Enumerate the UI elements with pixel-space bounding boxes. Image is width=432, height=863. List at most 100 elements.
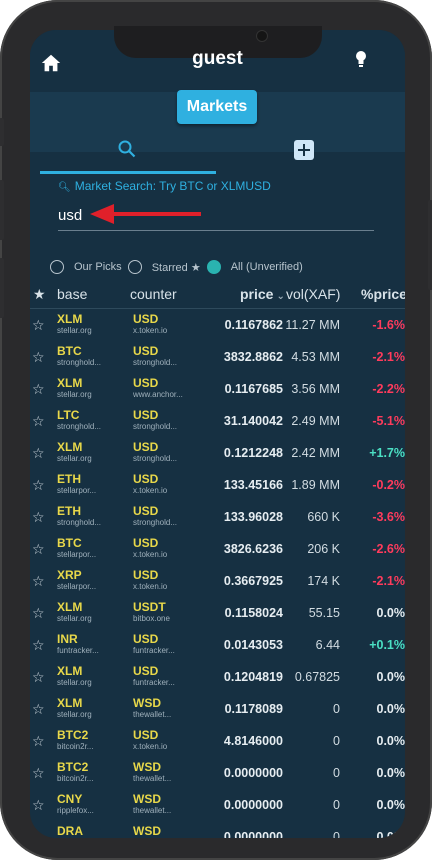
percent-change: +0.1% [369,638,405,652]
price-value: 0.1158024 [224,606,283,620]
star-icon[interactable]: ☆ [32,445,45,462]
star-icon[interactable]: ☆ [32,605,45,622]
table-row[interactable]: ☆ XLM stellar.org USD x.token.io 0.1167862 11.… [30,309,405,341]
table-row[interactable]: ☆ XLM stellar.org USD stronghold... 0.1212248… [30,437,405,469]
table-row[interactable]: ☆ ETH stellarpor... USD x.token.io 133.45166 1… [30,469,405,501]
label-starred: Starred ★ [151,261,201,274]
header-star[interactable]: ★ [33,286,46,303]
volume-value: 6.44 [315,638,340,652]
volume-value: 2.49 MM [291,414,340,428]
table-row[interactable]: ☆ XRP stellarpor... USD x.token.io 0.3667925 1… [30,565,405,597]
counter-asset: WSD [133,696,161,710]
star-icon[interactable]: ☆ [32,669,45,686]
table-row[interactable]: ☆ XLM stellar.org USDT bitbox.one 0.1158024 55… [30,597,405,629]
volume-value: 0 [333,734,340,748]
price-value: 0.0000000 [223,798,283,812]
radio-starred[interactable] [127,260,142,274]
percent-change: 0.0% [376,766,406,780]
percent-change: 0.0% [376,798,406,812]
table-row[interactable]: ☆ CNY ripplefox... WSD thewallet... 0.0000000… [30,789,405,821]
star-icon[interactable]: ☆ [32,765,45,782]
star-icon[interactable]: ☆ [32,701,45,718]
header-base[interactable]: base [57,286,87,302]
page-title: guest [192,48,243,69]
price-value: 0.0000000 [223,830,283,838]
table-row[interactable]: ☆ XLM stellar.org USD funtracker... 0.1204819… [30,661,405,693]
star-icon[interactable]: ☆ [32,733,45,750]
base-issuer: stellar.org [57,710,92,719]
base-asset: XLM [57,312,83,326]
star-icon[interactable]: ☆ [32,477,45,494]
counter-issuer: stronghold... [133,422,178,431]
table-row[interactable]: ☆ DRA WSD 0.0000000 0 0.0% [30,821,405,838]
volume-value: 1.89 MM [291,478,340,492]
tab-add-market[interactable] [216,130,392,174]
star-icon[interactable]: ☆ [32,317,45,334]
base-issuer: stellarpor... [57,486,97,495]
radio-our-picks[interactable] [50,260,64,274]
table-row[interactable]: ☆ LTC stronghold... USD stronghold... 31.1400… [30,405,405,437]
header-percent-price[interactable]: %price [361,286,405,302]
volume-value: 0 [333,830,340,838]
base-asset: XLM [57,600,83,614]
volume-value: 3.56 MM [291,382,340,396]
price-value: 0.3667925 [223,574,283,588]
base-asset: DRA [57,824,83,838]
price-value: 0.1167862 [224,318,283,332]
table-row[interactable]: ☆ XLM stellar.org USD www.anchor... 0.1167685… [30,373,405,405]
base-issuer: stellar.org [57,454,92,463]
base-issuer: bitcoin2r... [57,774,94,783]
table-row[interactable]: ☆ BTC2 bitcoin2r... USD x.token.io 4.8146000 0… [30,725,405,757]
counter-asset: USD [133,312,159,326]
star-icon[interactable]: ☆ [32,541,45,558]
filter-group: Our Picks Starred ★ All (Unverified) [50,258,309,276]
star-icon[interactable]: ☆ [32,637,45,654]
percent-change: -2.1% [372,574,405,588]
price-value: 3832.8862 [223,350,283,364]
star-icon[interactable]: ☆ [32,829,45,838]
header-volume[interactable]: vol(XAF) [286,286,340,302]
counter-issuer: stronghold... [133,518,178,527]
base-issuer: stronghold... [57,422,102,431]
percent-change: -2.1% [372,350,405,364]
base-issuer: stronghold... [57,518,102,527]
counter-issuer: x.token.io [133,742,168,751]
volume-value: 206 K [307,542,340,556]
price-value: 3826.6236 [223,542,283,556]
star-icon[interactable]: ☆ [32,573,45,590]
table-row[interactable]: ☆ BTC stellarpor... USD x.token.io 3826.6236 2… [30,533,405,565]
percent-change: -1.6% [372,318,405,332]
percent-change: 0.0% [376,670,406,684]
counter-asset: USD [133,632,159,646]
table-row[interactable]: ☆ XLM stellar.org WSD thewallet... 0.1178089 0… [30,693,405,725]
percent-change: -0.2% [372,478,405,492]
label-our-picks: Our Picks [74,261,122,273]
header-counter[interactable]: counter [130,286,177,302]
table-header: ★ base counter price ⌄ vol(XAF) %price [30,280,405,308]
star-icon[interactable]: ☆ [32,381,45,398]
star-icon[interactable]: ☆ [32,797,45,814]
volume-value: 0 [333,702,340,716]
markets-button[interactable]: Markets [177,90,257,124]
table-row[interactable]: ☆ INR funtracker... USD funtracker... 0.01430… [30,629,405,661]
table-row[interactable]: ☆ BTC stronghold... USD stronghold... 3832.88… [30,341,405,373]
star-icon[interactable]: ☆ [32,509,45,526]
table-row[interactable]: ☆ BTC2 bitcoin2r... WSD thewallet... 0.000000… [30,757,405,789]
base-asset: XLM [57,664,83,678]
base-issuer: stellar.org [57,614,92,623]
counter-asset: USD [133,472,159,486]
app-screen: guest Markets 🔍︎ Market Search: Try BTC o… [30,30,405,838]
volume-value: 0 [333,766,340,780]
radio-all-unverified[interactable] [206,260,221,274]
star-icon[interactable]: ☆ [32,349,45,366]
tab-search[interactable] [40,130,216,174]
price-value: 4.8146000 [223,734,283,748]
price-value: 31.140042 [223,414,283,428]
star-icon[interactable]: ☆ [32,413,45,430]
base-issuer: ripplefox... [57,806,94,815]
volume-value: 11.27 MM [285,318,340,332]
sort-chevron-icon: ⌄ [276,291,285,302]
price-value: 0.1204819 [223,670,283,684]
header-price[interactable]: price ⌄ [240,286,285,302]
table-row[interactable]: ☆ ETH stronghold... USD stronghold... 133.960… [30,501,405,533]
